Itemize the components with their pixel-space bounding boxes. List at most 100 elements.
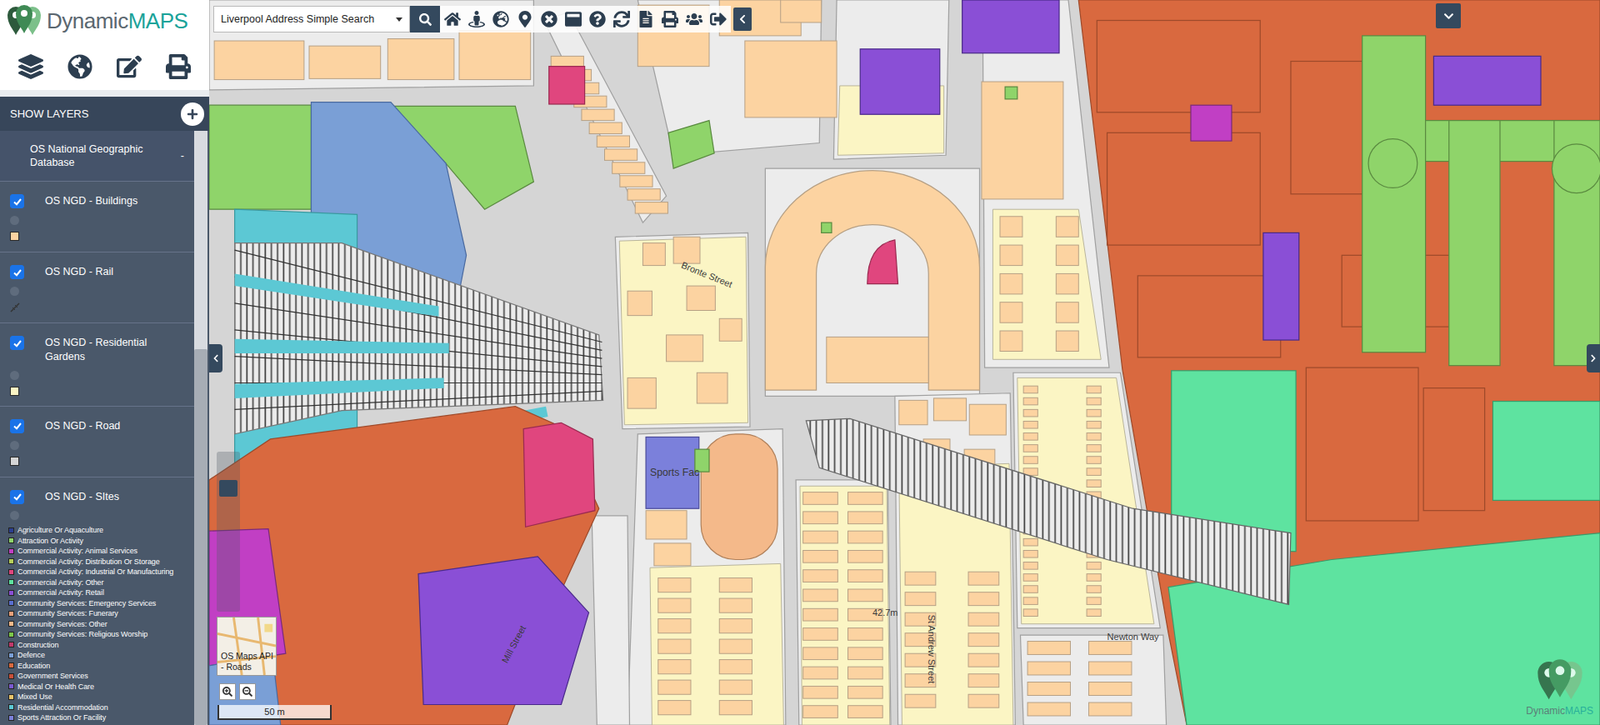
layer-list-area: OS National Geographic Database- OS NGD -… (0, 130, 210, 725)
layer-label: OS NGD - Buildings (45, 194, 186, 209)
building (848, 647, 884, 660)
collapse-toolbar-button[interactable] (733, 7, 752, 31)
legend-label: Community Services: Emergency Services (17, 599, 156, 608)
home-icon[interactable] (444, 10, 461, 28)
layer-checkbox[interactable] (10, 194, 25, 209)
street-view-icon[interactable] (468, 10, 485, 28)
building (1086, 480, 1101, 488)
watermark-text: DynamicMAPS (1525, 705, 1594, 717)
layers-icon[interactable] (18, 54, 44, 80)
legend-swatch (8, 558, 15, 565)
retail-site (860, 49, 940, 115)
edit-icon[interactable] (116, 54, 142, 80)
building (719, 578, 752, 593)
legend-swatch (8, 694, 15, 700)
building (1023, 597, 1038, 605)
layer-group[interactable]: OS National Geographic Database- (0, 130, 195, 182)
help-icon[interactable] (589, 10, 606, 28)
building (848, 550, 884, 563)
plus-icon (186, 108, 199, 120)
building (658, 680, 691, 695)
legend-item: Commercial Activity: Other (8, 576, 195, 588)
globe-icon[interactable] (492, 10, 510, 28)
residential-garden (992, 209, 1101, 360)
zoom-slider-thumb[interactable] (219, 480, 238, 497)
scrollbar[interactable] (194, 130, 208, 725)
building (604, 149, 637, 160)
building (905, 694, 936, 708)
building (596, 135, 630, 147)
legend-label: Defence (17, 650, 45, 660)
clear-icon[interactable] (540, 10, 558, 28)
building (803, 647, 839, 660)
print-icon[interactable] (165, 54, 191, 80)
check-icon (12, 196, 23, 207)
building (658, 598, 691, 613)
legend-item: Community Services: Funerary (8, 608, 195, 620)
layer-label: OS NGD - Road (45, 419, 186, 434)
globe-icon[interactable] (67, 54, 93, 80)
legend-swatch (8, 631, 15, 638)
group-toggle[interactable]: - (180, 149, 185, 163)
basemap-switcher[interactable]: OS Maps API - Roads (216, 616, 277, 676)
app: DynamicMAPSSHOW LAYERSOS National Geogra… (0, 0, 1600, 725)
logo-pins-icon (5, 4, 44, 40)
legend-swatch (8, 715, 15, 721)
search-button[interactable] (410, 5, 440, 33)
map-canvas[interactable]: Bronte StreetSports Fac42.7mSt Andrew St… (209, 0, 1600, 725)
retail-site (962, 0, 1060, 54)
building (719, 598, 752, 613)
building (1086, 433, 1101, 441)
watermark: DynamicMAPS (1525, 658, 1594, 717)
menu-dropdown-button[interactable] (1435, 3, 1461, 29)
layer-status-icon (10, 215, 20, 225)
zoom-in-button[interactable] (219, 683, 236, 700)
building (848, 511, 884, 525)
legend-item: Commercial Activity: Industrial Or Manuf… (8, 566, 195, 578)
search-select[interactable]: Liverpool Address Simple Search (213, 5, 410, 33)
residential-garden (650, 563, 784, 725)
legend-item: Education (8, 660, 195, 671)
zoom-slider[interactable] (216, 451, 240, 612)
building (550, 55, 584, 67)
layer-row: OS NGD - Road (0, 406, 195, 478)
land-block (615, 232, 750, 429)
layer-checkbox[interactable] (10, 490, 25, 505)
land-block (591, 515, 630, 725)
add-layer-button[interactable] (180, 102, 205, 126)
expand-right-panel-button[interactable] (1586, 344, 1600, 373)
logout-icon[interactable] (710, 10, 727, 28)
window-icon[interactable] (565, 10, 582, 28)
building (848, 570, 884, 583)
building (1023, 445, 1038, 453)
building (1000, 245, 1023, 266)
map-pin-icon[interactable] (516, 10, 534, 28)
chevron-left-icon (211, 354, 220, 363)
building (803, 589, 839, 602)
scrollbar-thumb[interactable] (194, 349, 208, 725)
legend-item: Community Services: Emergency Services (8, 597, 195, 609)
attraction-site (1362, 35, 1426, 353)
building (1086, 597, 1101, 605)
layer-row: OS NGD - SItes (0, 477, 195, 525)
building (627, 290, 652, 315)
building (848, 589, 884, 602)
layer-checkbox[interactable] (10, 419, 25, 434)
legend-swatch (8, 704, 15, 710)
building (459, 30, 531, 80)
map-label: Mill Street (500, 624, 529, 665)
document-icon[interactable] (637, 10, 655, 28)
print-icon[interactable] (661, 10, 679, 28)
collapse-sidebar-button[interactable] (209, 344, 223, 373)
layer-checkbox[interactable] (10, 335, 25, 350)
building (658, 660, 691, 675)
users-icon[interactable] (685, 10, 703, 28)
legend-item: Construction (8, 639, 195, 650)
zoom-out-button[interactable] (239, 683, 256, 700)
attraction-site (1005, 86, 1018, 100)
building (642, 243, 665, 266)
building (1023, 538, 1038, 546)
layer-swatch (10, 456, 20, 466)
refresh-icon[interactable] (613, 10, 630, 28)
layer-checkbox[interactable] (10, 265, 25, 280)
